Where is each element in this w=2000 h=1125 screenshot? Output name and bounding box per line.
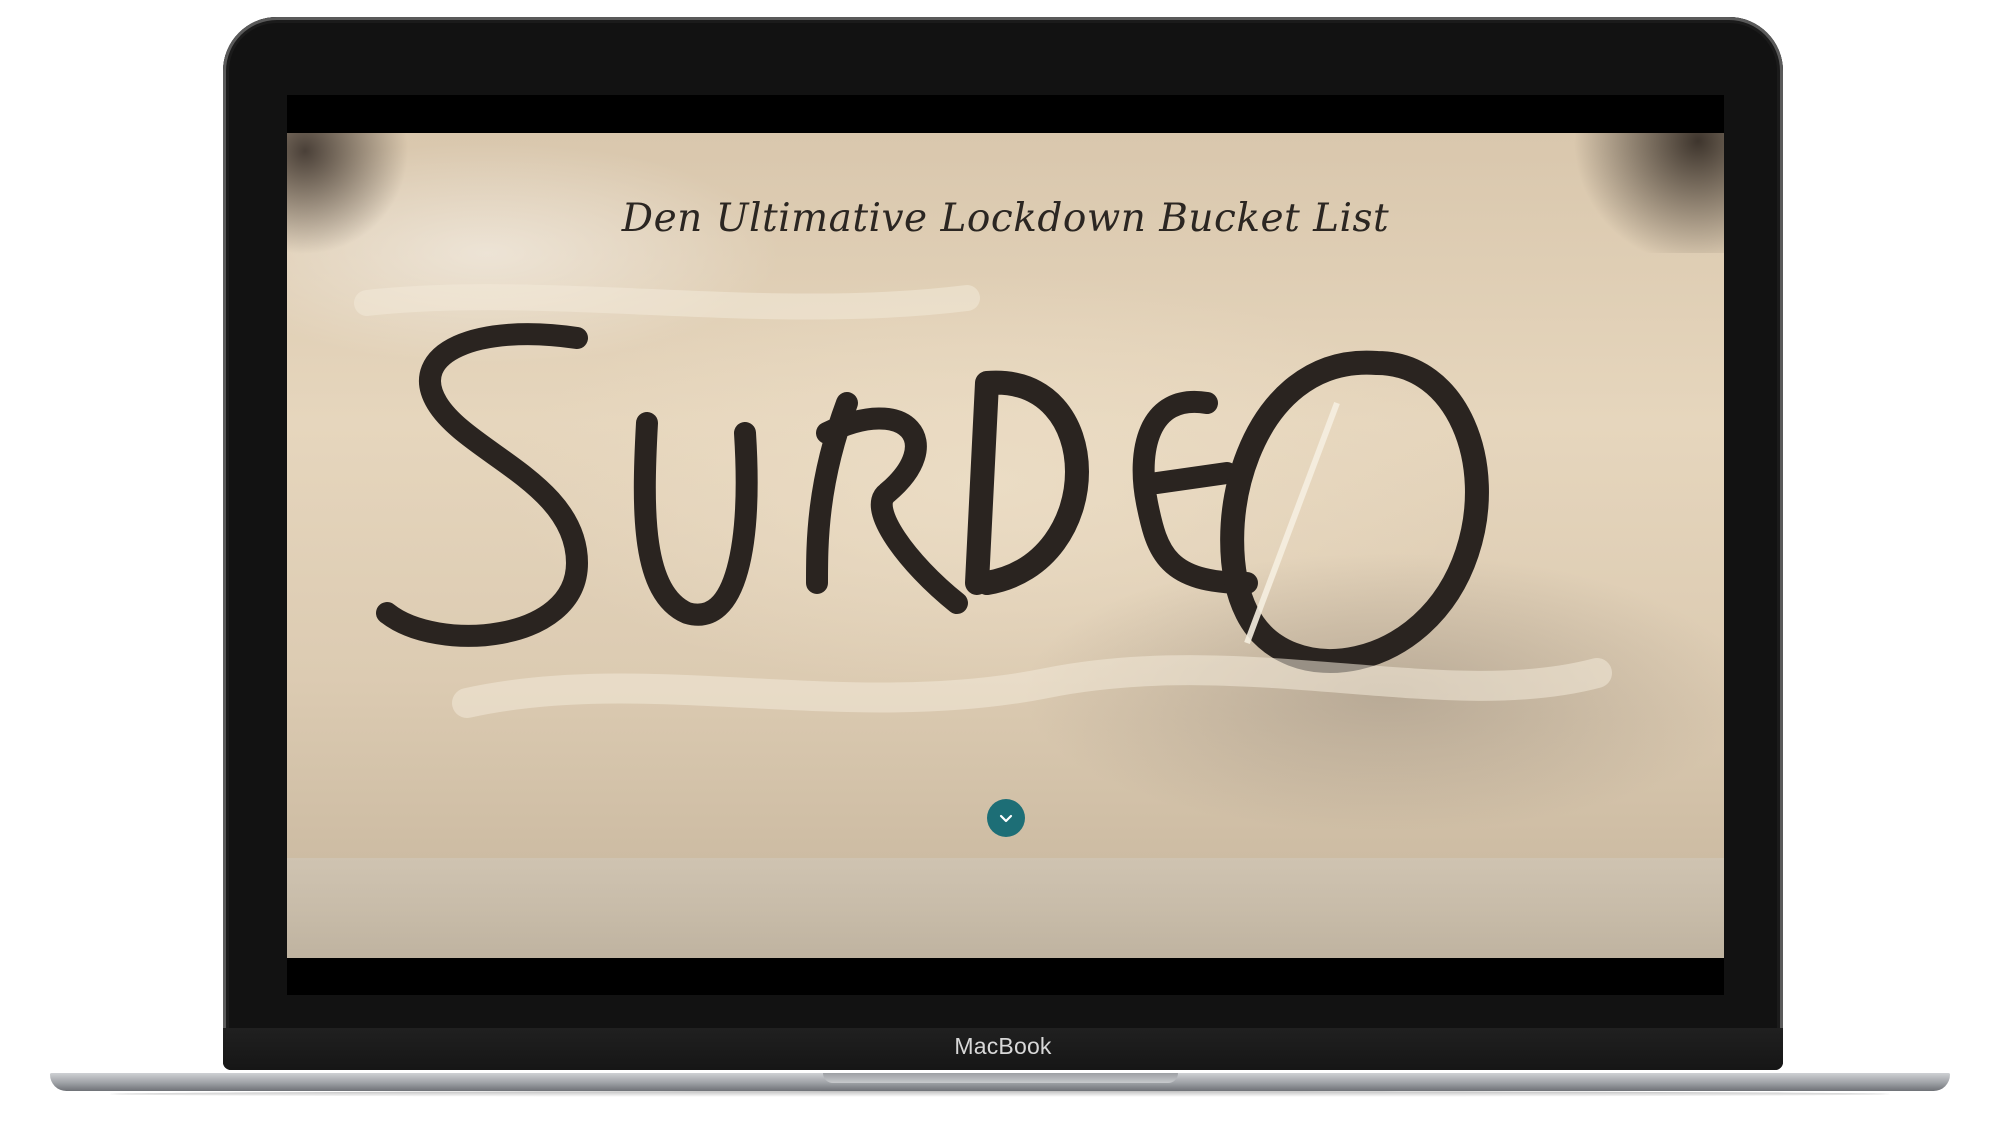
chevron-down-icon bbox=[999, 814, 1013, 823]
hero-section: Den Ultimative Lockdown Bucket List bbox=[287, 133, 1724, 858]
brand-label: MacBook bbox=[954, 1033, 1052, 1059]
screen: Den Ultimative Lockdown Bucket List bbox=[287, 95, 1724, 995]
scroll-down-button[interactable] bbox=[987, 799, 1025, 837]
content-section-paper bbox=[287, 858, 1724, 958]
page-title: Den Ultimative Lockdown Bucket List bbox=[621, 196, 1390, 241]
device-mockup: MacBook Den Ultimative Lockdown Bucket L… bbox=[0, 0, 2000, 1125]
lid-bezel-bottom: MacBook bbox=[223, 1028, 1783, 1070]
laptop-shadow bbox=[110, 1091, 1890, 1097]
laptop-notch bbox=[823, 1073, 1178, 1083]
hero-flour-lettering bbox=[354, 284, 1612, 718]
